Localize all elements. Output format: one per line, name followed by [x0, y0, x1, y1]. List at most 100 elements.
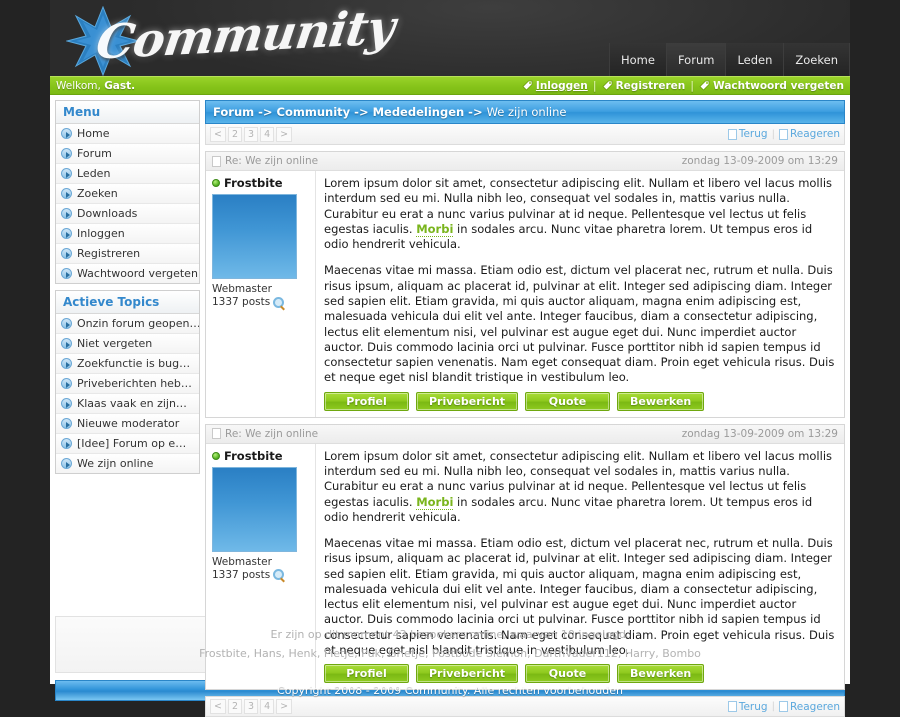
sidebar-item-label: Inloggen	[77, 227, 125, 240]
welcome-bar: Welkom, Gast. Inloggen | Registreren | W…	[50, 76, 850, 95]
sidebar-menu-title: Menu	[56, 101, 199, 124]
pagination-prev[interactable]: <	[210, 126, 226, 142]
arrow-bullet-icon	[61, 398, 72, 409]
active-topic-item-2[interactable]: Zoekfunctie is bug…	[56, 354, 199, 373]
active-topic-label: Klaas vaak en zijn…	[77, 397, 187, 410]
list-item: Klaas vaak en zijn…	[56, 394, 199, 414]
bewerken-button[interactable]: Bewerken	[617, 664, 705, 684]
login-link[interactable]: Inloggen	[522, 80, 588, 92]
author-name[interactable]: Frostbite	[224, 176, 283, 190]
page-icon	[727, 128, 737, 140]
quote-button[interactable]: Quote	[525, 664, 611, 684]
active-topic-item-0[interactable]: Onzin forum geopen…	[56, 314, 199, 333]
topnav-item-forum[interactable]: Forum	[665, 43, 726, 76]
quote-button[interactable]: Quote	[525, 391, 611, 411]
post-author-panel: Frostbite Webmaster 1337 posts	[206, 171, 316, 417]
welcome-prefix: Welkom,	[56, 79, 105, 92]
register-link[interactable]: Registreren	[602, 79, 686, 92]
post-paragraph-1: Lorem ipsum dolor sit amet, consectetur …	[324, 449, 836, 525]
list-item: Zoeken	[56, 184, 199, 204]
auth-separator-2: |	[690, 79, 695, 92]
topnav-item-home[interactable]: Home	[609, 43, 666, 76]
active-topic-item-1[interactable]: Niet vergeten	[56, 334, 199, 353]
pagination-next[interactable]: >	[276, 699, 293, 715]
main-content: Forum -> Community -> Mededelingen -> We…	[205, 100, 845, 717]
profiel-button[interactable]: Profiel	[324, 391, 409, 411]
reply-button[interactable]: Reageren	[778, 128, 840, 140]
pagination-page-4[interactable]: 4	[260, 699, 275, 715]
avatar	[212, 466, 297, 552]
active-topic-item-5[interactable]: Nieuwe moderator	[56, 414, 199, 433]
site-logo[interactable]: Community	[58, 0, 398, 76]
sidebar-item-inloggen[interactable]: Inloggen	[56, 224, 199, 243]
topic-actions-bottom: Terug | Reageren	[727, 701, 840, 713]
sidebar-menu-list: Home Forum Leden Zoeken Downloads Inlogg…	[56, 124, 199, 283]
search-icon[interactable]	[273, 569, 285, 581]
post-button-row: Profiel Privebericht Quote Bewerken	[324, 391, 836, 411]
pagination-page-4[interactable]: 4	[260, 126, 275, 142]
profiel-button[interactable]: Profiel	[324, 664, 409, 684]
sidebar-item-downloads[interactable]: Downloads	[56, 204, 199, 223]
author-name[interactable]: Frostbite	[224, 449, 283, 463]
page-icon	[727, 701, 737, 713]
post-header: Re: We zijn online zondag 13-09-2009 om …	[206, 152, 844, 171]
page-container: Community Home Forum Leden Zoeken Welkom…	[50, 0, 850, 717]
back-button[interactable]: Terug	[727, 128, 768, 140]
online-status-icon	[212, 451, 220, 460]
sidebar-item-forum[interactable]: Forum	[56, 144, 199, 163]
search-icon[interactable]	[273, 296, 285, 308]
post-content: Lorem ipsum dolor sit amet, consectetur …	[316, 171, 844, 417]
inline-link[interactable]: Morbi	[416, 221, 454, 237]
active-topic-item-7[interactable]: We zijn online	[56, 454, 199, 473]
pagination-prev[interactable]: <	[210, 699, 226, 715]
forgot-password-link[interactable]: Wachtwoord vergeten	[699, 80, 844, 92]
sidebar-item-registreren[interactable]: Registreren	[56, 244, 199, 263]
active-topic-item-3[interactable]: Priveberichten heb…	[56, 374, 199, 393]
post-body: Frostbite Webmaster 1337 posts Lorem ips…	[206, 171, 844, 417]
pagination-page-2[interactable]: 2	[227, 699, 243, 715]
sidebar: Menu Home Forum Leden Zoeken Downloads I…	[55, 100, 200, 610]
author-postcount-row: 1337 posts	[212, 296, 309, 308]
topnav-item-zoeken[interactable]: Zoeken	[783, 43, 850, 76]
register-label: Registreren	[615, 79, 686, 92]
list-item: [Idee] Forum op e…	[56, 434, 199, 454]
sidebar-active-topics-title: Actieve Topics	[56, 291, 199, 314]
post-date: zondag 13-09-2009 om 13:29	[681, 427, 838, 440]
sidebar-item-wachtwoord-vergeten[interactable]: Wachtwoord vergeten	[56, 264, 199, 283]
author-postcount: 1337 posts	[212, 568, 271, 581]
author-rank: Webmaster	[212, 283, 272, 295]
sidebar-item-label: Leden	[77, 167, 111, 180]
action-separator: |	[771, 701, 775, 713]
page-icon	[778, 701, 788, 713]
reply-label: Reageren	[789, 128, 840, 140]
list-item: Downloads	[56, 204, 199, 224]
active-topic-item-4[interactable]: Klaas vaak en zijn…	[56, 394, 199, 413]
post-paragraph-2: Maecenas vitae mi massa. Etiam odio est,…	[324, 263, 835, 385]
pagination-page-2[interactable]: 2	[227, 126, 243, 142]
topnav-item-leden[interactable]: Leden	[725, 43, 784, 76]
reply-button[interactable]: Reageren	[778, 701, 840, 713]
sidebar-item-leden[interactable]: Leden	[56, 164, 199, 183]
arrow-bullet-icon	[61, 268, 72, 279]
privebericht-button[interactable]: Privebericht	[416, 391, 519, 411]
bewerken-button[interactable]: Bewerken	[617, 391, 705, 411]
active-topic-item-6[interactable]: [Idee] Forum op e…	[56, 434, 199, 453]
sidebar-item-home[interactable]: Home	[56, 124, 199, 143]
back-button[interactable]: Terug	[727, 701, 768, 713]
sidebar-item-zoeken[interactable]: Zoeken	[56, 184, 199, 203]
sidebar-item-label: Forum	[77, 147, 112, 160]
pagination: < 2 3 4 >	[210, 699, 293, 715]
privebericht-button[interactable]: Privebericht	[416, 664, 519, 684]
breadcrumb-path[interactable]: Forum -> Community -> Mededelingen ->	[213, 105, 487, 119]
pagination-next[interactable]: >	[276, 126, 293, 142]
list-item: Onzin forum geopen…	[56, 314, 199, 334]
pagination-page-3[interactable]: 3	[244, 126, 259, 142]
arrow-bullet-icon	[61, 378, 72, 389]
list-item: Niet vergeten	[56, 334, 199, 354]
inline-link[interactable]: Morbi	[416, 494, 454, 510]
sidebar-item-label: Wachtwoord vergeten	[77, 267, 198, 280]
online-status-icon	[212, 179, 220, 187]
post-subject: Re: We zijn online	[212, 428, 682, 440]
pagination-page-3[interactable]: 3	[244, 699, 259, 715]
author-postcount: 1337 posts	[212, 296, 271, 308]
